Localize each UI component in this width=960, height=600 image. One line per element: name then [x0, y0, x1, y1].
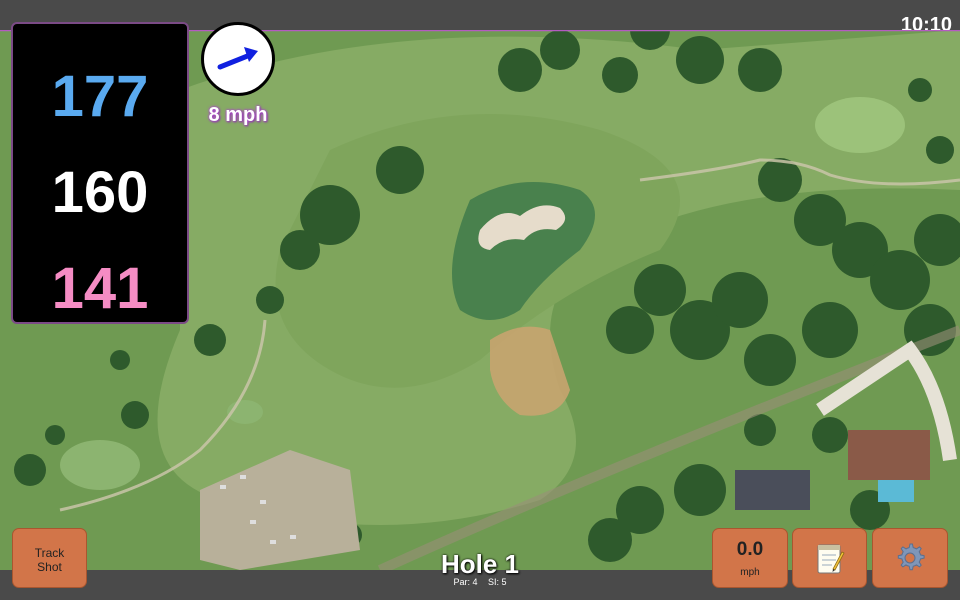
notepad-icon [817, 544, 845, 574]
speed-value: 0.0 [736, 539, 764, 560]
yardage-panel: 177 160 141 [11, 22, 189, 324]
hole-par: Par: 4 [453, 577, 478, 587]
gear-icon [897, 543, 925, 571]
wind-indicator [201, 22, 275, 96]
hole-meta: Par: 4 SI: 5 [380, 577, 580, 587]
hole-stroke-index: SI: 5 [488, 577, 507, 587]
wind-speed-label: 8 mph [208, 104, 268, 126]
track-shot-label-line2: Shot [37, 560, 62, 574]
settings-button[interactable] [872, 528, 948, 588]
back-yardage: 177 [51, 64, 149, 129]
speed-button[interactable]: 0.0 mph [712, 528, 788, 588]
track-shot-button[interactable]: Track Shot [12, 528, 87, 588]
arrow-right-up-icon [217, 47, 258, 70]
notes-button[interactable] [792, 528, 867, 588]
track-shot-label-line1: Track [34, 546, 65, 560]
middle-yardage: 160 [51, 160, 149, 225]
speed-unit: mph [740, 567, 760, 578]
front-yardage: 141 [51, 256, 149, 321]
hole-title: Hole 1 [440, 549, 520, 579]
